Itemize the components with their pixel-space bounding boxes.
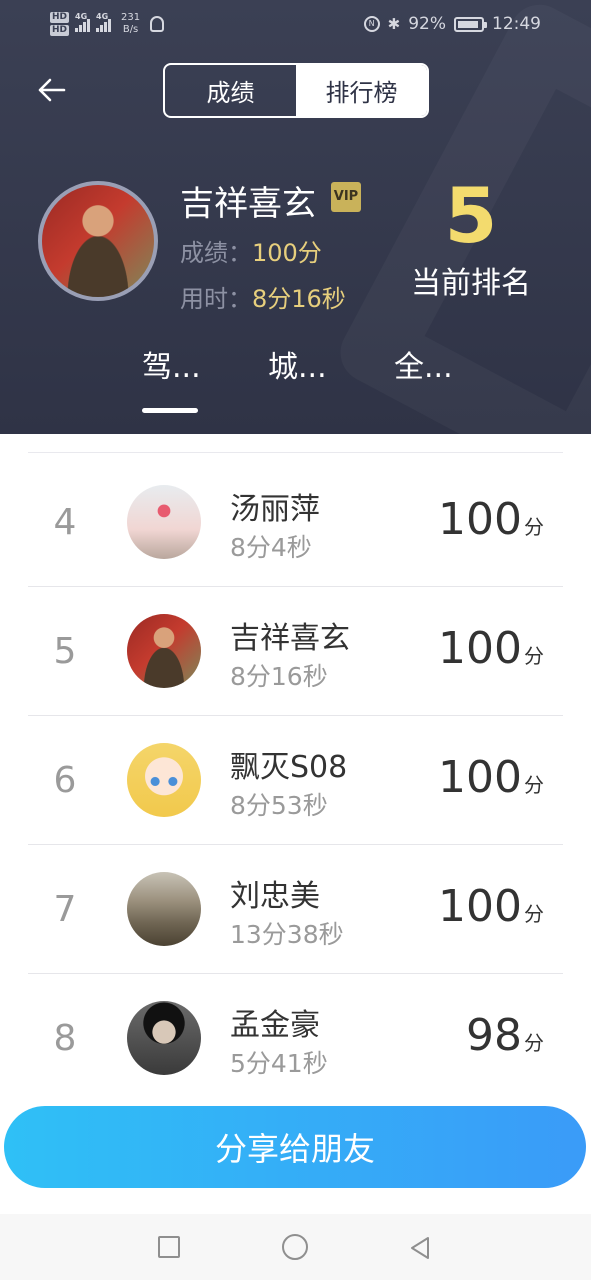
score: 100 分 [438,623,544,674]
avatar [127,872,201,946]
avatar [127,1001,201,1075]
avatar [38,181,158,301]
tab-leaderboard[interactable]: 排行榜 [296,65,427,116]
segmented-tabs: 成绩 排行榜 [163,63,429,118]
list-item[interactable]: 8 孟金豪 5分41秒 98 分 [0,974,591,1103]
battery-percent: 92% [408,14,446,34]
system-nav-bar [0,1214,591,1280]
score-value: 100分 [252,239,322,267]
rank-number: 6 [53,760,77,801]
notification-icon [150,16,165,32]
tab-score[interactable]: 成绩 [165,65,296,116]
bluetooth-icon: ✱ [387,15,401,33]
list-item[interactable]: 5 吉祥喜玄 8分16秒 100 分 [0,587,591,716]
score: 100 分 [438,494,544,545]
current-rank-label: 当前排名 [411,266,531,301]
arrow-left-icon [38,78,66,102]
score: 98 分 [466,1010,544,1061]
hd-icon: HD [50,25,70,36]
rank-number: 8 [53,1018,77,1059]
user-time-row: 用时：8分16秒 [180,279,346,314]
score-label: 成绩： [180,239,252,267]
battery-icon [454,16,487,32]
user-score-row: 成绩：100分 [180,233,322,268]
list-item[interactable]: 4 汤丽萍 8分4秒 100 分 [0,458,591,587]
elapsed-time: 8分53秒 [230,791,328,820]
list-item[interactable]: 7 刘忠美 13分38秒 100 分 [0,845,591,974]
hd-icon: HD [50,12,70,23]
net-speed: 231 B/s [121,12,141,35]
avatar [127,743,201,817]
header: HD HD 4G 4G 231 B/s N ✱ 92% 12:49 成绩 排行榜… [0,0,591,434]
time-value: 8分16秒 [252,285,346,313]
user-name: 吉祥喜玄 [230,621,350,656]
vibrate-icon: N [363,16,380,32]
hd-icons: HD HD [50,12,70,36]
user-name: 刘忠美 [230,879,320,914]
active-tab-indicator [142,408,198,413]
category-tab-1[interactable]: 驾... [142,342,201,386]
elapsed-time: 8分4秒 [230,533,312,562]
circle-icon[interactable] [282,1234,308,1260]
current-rank-number: 5 [444,171,498,260]
category-tab-3[interactable]: 全... [394,342,453,386]
score: 100 分 [438,752,544,803]
rank-number: 5 [53,631,77,672]
rank-number: 7 [53,889,77,930]
category-tab-2[interactable]: 城... [268,342,327,386]
vip-badge-icon: VIP [331,182,361,212]
user-name: 吉祥喜玄 [180,184,316,224]
rank-number: 4 [53,502,77,543]
divider [28,452,563,453]
share-button[interactable]: 分享给朋友 [4,1106,586,1188]
square-icon[interactable] [158,1236,180,1258]
signal-icon: 4G [75,12,91,32]
clock: 12:49 [492,14,541,34]
avatar [127,614,201,688]
user-name: 汤丽萍 [230,492,320,527]
status-bar: HD HD 4G 4G 231 B/s N ✱ 92% 12:49 [0,0,591,48]
score: 100 分 [438,881,544,932]
list-item[interactable]: 6 飘灭S08 8分53秒 100 分 [0,716,591,845]
elapsed-time: 13分38秒 [230,920,344,949]
user-name: 飘灭S08 [230,750,348,785]
elapsed-time: 8分16秒 [230,662,328,691]
time-label: 用时： [180,285,252,313]
user-name: 孟金豪 [230,1008,320,1043]
signal-icon: 4G [96,12,112,32]
elapsed-time: 5分41秒 [230,1049,328,1078]
avatar [127,485,201,559]
back-button[interactable] [34,72,70,108]
triangle-back-icon[interactable] [406,1234,434,1262]
